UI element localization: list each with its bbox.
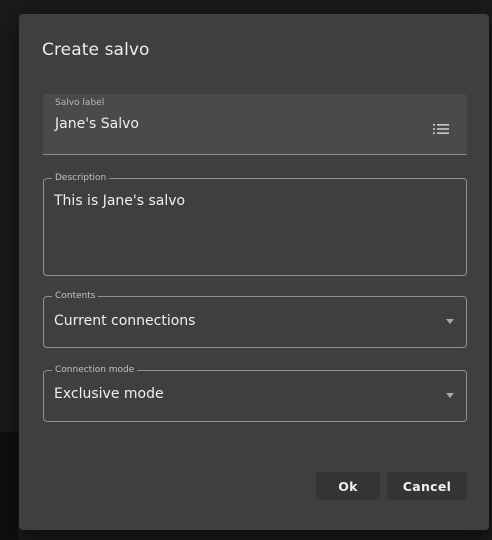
create-salvo-dialog: Create salvo Salvo label Jane's Salvo De… <box>19 14 489 530</box>
contents-selected-value: Current connections <box>54 313 196 329</box>
salvo-label-field[interactable]: Salvo label Jane's Salvo <box>43 94 467 155</box>
salvo-label-value[interactable]: Jane's Salvo <box>55 116 139 132</box>
ok-button[interactable]: Ok <box>316 472 380 500</box>
description-label: Description <box>52 172 110 184</box>
description-field[interactable]: Description This is Jane's salvo <box>43 172 467 276</box>
backdrop-edge <box>0 432 18 540</box>
connection-mode-selected-value: Exclusive mode <box>54 386 164 402</box>
cancel-button[interactable]: Cancel <box>387 472 467 500</box>
chevron-down-icon[interactable] <box>446 319 454 324</box>
dialog-title: Create salvo <box>42 40 150 60</box>
connection-mode-label: Connection mode <box>52 364 138 376</box>
contents-label: Contents <box>52 290 99 302</box>
contents-select[interactable]: Contents Current connections <box>43 290 467 348</box>
salvo-label-label: Salvo label <box>55 98 105 108</box>
list-icon[interactable] <box>433 124 449 134</box>
chevron-down-icon[interactable] <box>446 393 454 398</box>
description-value[interactable]: This is Jane's salvo <box>54 193 185 209</box>
connection-mode-select[interactable]: Connection mode Exclusive mode <box>43 364 467 422</box>
